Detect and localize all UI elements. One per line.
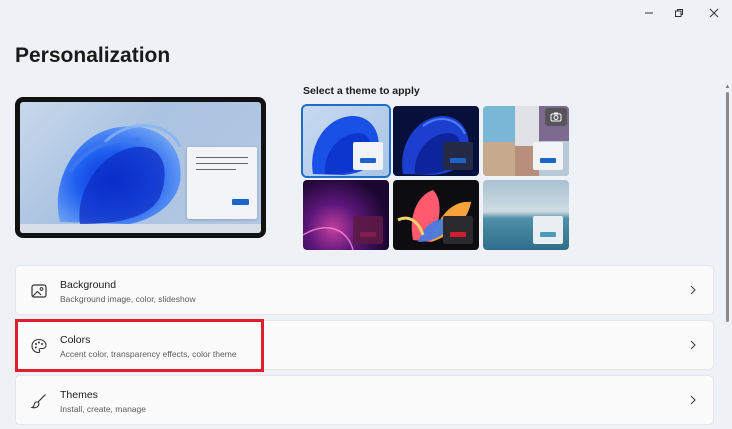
- brush-icon: [30, 394, 46, 409]
- preview-taskbar: [20, 224, 261, 233]
- theme-card: [443, 142, 473, 170]
- colors-setting[interactable]: Colors Accent color, transparency effect…: [15, 320, 714, 370]
- chevron-right-icon: [690, 285, 696, 295]
- background-subtitle: Background image, color, slideshow: [60, 294, 196, 304]
- camera-icon: [545, 108, 567, 126]
- scrollbar[interactable]: ▲: [725, 84, 730, 422]
- background-title: Background: [60, 279, 117, 291]
- close-icon: [709, 8, 719, 18]
- minimize-icon: [645, 12, 653, 14]
- theme-windows-dark[interactable]: [393, 106, 479, 176]
- theme-card: [443, 216, 473, 244]
- theme-windows-light[interactable]: [301, 104, 391, 178]
- theme-captured-motion[interactable]: [393, 180, 479, 250]
- theme-glow[interactable]: [303, 180, 389, 250]
- theme-preview: [15, 97, 266, 238]
- chevron-right-icon: [690, 395, 696, 405]
- restore-button[interactable]: [662, 0, 696, 26]
- image-icon: [31, 284, 47, 298]
- themes-setting[interactable]: Themes Install, create, manage: [15, 375, 714, 425]
- theme-card: [533, 216, 563, 244]
- theme-heading: Select a theme to apply: [303, 85, 420, 97]
- theme-flow[interactable]: [483, 180, 569, 250]
- palette-icon: [31, 338, 47, 354]
- page-title: Personalization: [15, 44, 171, 67]
- theme-card: [353, 142, 383, 170]
- themes-title: Themes: [60, 389, 98, 401]
- theme-card: [353, 216, 383, 244]
- preview-button: [232, 199, 249, 205]
- preview-window: [187, 147, 257, 219]
- themes-subtitle: Install, create, manage: [60, 404, 146, 414]
- theme-windows-spotlight[interactable]: [483, 106, 569, 176]
- scroll-thumb[interactable]: [726, 92, 729, 322]
- theme-card: [533, 142, 563, 170]
- colors-title: Colors: [60, 334, 91, 346]
- chevron-right-icon: [690, 340, 696, 350]
- theme-grid: [301, 104, 569, 250]
- scroll-up-icon[interactable]: ▲: [724, 84, 731, 90]
- colors-subtitle: Accent color, transparency effects, colo…: [60, 349, 237, 359]
- preview-screen: [20, 102, 261, 233]
- background-setting[interactable]: Background Background image, color, slid…: [15, 265, 714, 315]
- restore-icon: [675, 9, 683, 17]
- minimize-button[interactable]: [632, 0, 666, 26]
- title-bar: [0, 0, 732, 26]
- close-button[interactable]: [697, 0, 731, 26]
